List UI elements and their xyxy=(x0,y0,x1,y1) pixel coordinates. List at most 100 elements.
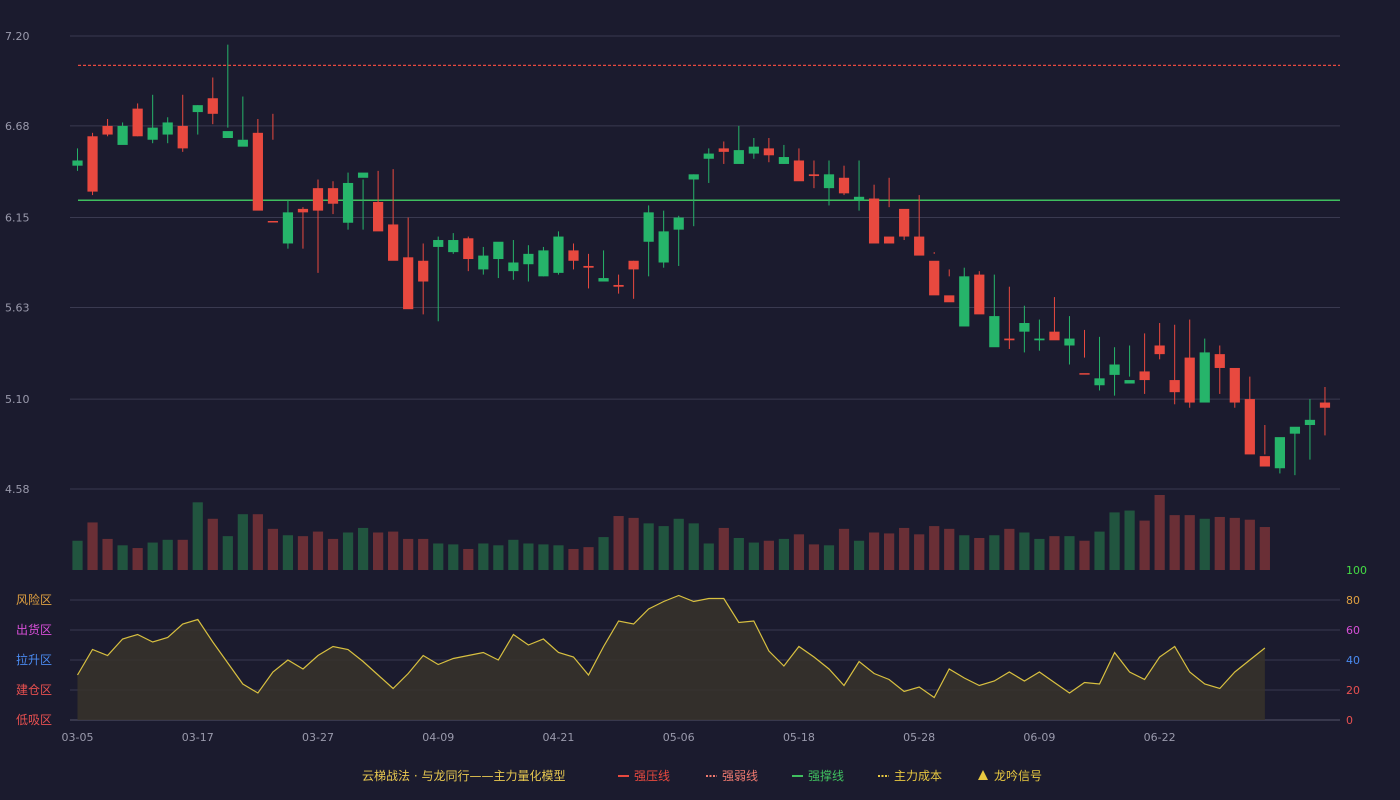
candle-body[interactable] xyxy=(808,174,820,177)
candle-body[interactable] xyxy=(763,148,774,156)
candle-body[interactable] xyxy=(282,212,294,244)
legend-item-label[interactable]: 强压线 xyxy=(634,769,670,783)
oscillator-tick-label: 40 xyxy=(1346,654,1360,667)
candle-body[interactable] xyxy=(598,278,609,282)
candle-body[interactable] xyxy=(853,196,865,201)
candle-body[interactable] xyxy=(493,241,504,260)
candle-body[interactable] xyxy=(237,139,248,147)
candle-body[interactable] xyxy=(1079,373,1090,375)
candle-body[interactable] xyxy=(703,153,714,159)
candle-body[interactable] xyxy=(523,253,534,265)
volume-bar xyxy=(868,532,880,570)
candle-body[interactable] xyxy=(147,127,158,140)
candle-body[interactable] xyxy=(688,174,699,180)
candle-body[interactable] xyxy=(117,125,128,145)
candle-body[interactable] xyxy=(433,240,444,247)
candle-body[interactable] xyxy=(838,177,850,194)
candle-body[interactable] xyxy=(884,236,895,244)
candle-body[interactable] xyxy=(658,231,669,263)
candle-body[interactable] xyxy=(1139,371,1150,381)
volume-bar xyxy=(733,537,744,570)
volume-bar xyxy=(357,527,369,570)
candle-body[interactable] xyxy=(568,250,579,261)
candle-body[interactable] xyxy=(1169,380,1180,393)
candle-body[interactable] xyxy=(1064,338,1075,346)
candle-body[interactable] xyxy=(1034,338,1045,341)
candle-body[interactable] xyxy=(613,284,624,287)
candle-body[interactable] xyxy=(297,208,309,213)
candle-body[interactable] xyxy=(192,105,203,113)
candle-body[interactable] xyxy=(1184,357,1195,403)
candle-body[interactable] xyxy=(1244,399,1255,455)
volume-bar xyxy=(643,523,654,570)
candle-body[interactable] xyxy=(733,150,744,164)
candle-body[interactable] xyxy=(1259,456,1270,467)
candle-body[interactable] xyxy=(778,157,790,164)
candle-body[interactable] xyxy=(102,125,113,135)
candle-body[interactable] xyxy=(478,255,489,270)
candle-body[interactable] xyxy=(673,217,684,230)
candle-body[interactable] xyxy=(974,274,985,315)
candle-body[interactable] xyxy=(1094,378,1105,386)
candle-body[interactable] xyxy=(959,276,970,327)
candle-body[interactable] xyxy=(72,160,83,166)
candle-body[interactable] xyxy=(538,250,549,277)
candle-body[interactable] xyxy=(177,125,188,149)
legend-item-label[interactable]: 龙吟信号 xyxy=(994,768,1042,783)
legend-item-label[interactable]: 强撑线 xyxy=(808,768,844,783)
candle-body[interactable] xyxy=(583,265,594,268)
legend-item-label[interactable]: 主力成本 xyxy=(894,769,942,783)
candle-body[interactable] xyxy=(162,122,173,135)
candle-body[interactable] xyxy=(222,131,233,139)
candle-body[interactable] xyxy=(448,240,459,253)
candle-body[interactable] xyxy=(1199,352,1210,403)
volume-bar xyxy=(553,545,564,570)
legend-item-label[interactable]: 强弱线 xyxy=(722,769,758,783)
candle-body[interactable] xyxy=(1304,419,1316,426)
candle-body[interactable] xyxy=(418,260,429,282)
candle-body[interactable] xyxy=(553,236,564,273)
volume-bar xyxy=(568,548,579,570)
candle-body[interactable] xyxy=(944,295,955,303)
candle-body[interactable] xyxy=(1124,380,1135,384)
candle-body[interactable] xyxy=(403,257,414,310)
candle-body[interactable] xyxy=(1154,345,1165,355)
candle-body[interactable] xyxy=(989,316,1000,348)
volume-bar xyxy=(598,537,609,570)
candle-body[interactable] xyxy=(628,260,639,270)
candle-body[interactable] xyxy=(748,146,759,154)
volume-bar xyxy=(207,518,218,570)
candle-body[interactable] xyxy=(1004,338,1015,341)
candle-body[interactable] xyxy=(508,262,519,272)
candle-body[interactable] xyxy=(1274,437,1285,469)
candle-body[interactable] xyxy=(718,148,729,152)
candle-body[interactable] xyxy=(1289,426,1301,434)
legend-triangle-icon xyxy=(978,770,988,780)
candle-body[interactable] xyxy=(914,236,925,256)
candle-body[interactable] xyxy=(823,174,835,189)
candle-body[interactable] xyxy=(643,212,654,242)
candle-body[interactable] xyxy=(327,188,339,204)
candle-body[interactable] xyxy=(252,132,263,211)
candle-body[interactable] xyxy=(463,238,474,260)
candle-body[interactable] xyxy=(357,172,369,178)
candle-body[interactable] xyxy=(207,98,218,114)
candle-body[interactable] xyxy=(929,260,940,296)
candle-body[interactable] xyxy=(1019,323,1030,332)
candle-body[interactable] xyxy=(1109,364,1120,375)
candle-body[interactable] xyxy=(899,208,910,237)
candle-body[interactable] xyxy=(372,201,384,232)
candle-body[interactable] xyxy=(342,182,354,223)
candle-body[interactable] xyxy=(87,136,98,192)
candle-body[interactable] xyxy=(132,108,143,137)
candle-body[interactable] xyxy=(793,160,805,182)
candle-body[interactable] xyxy=(1049,331,1060,341)
candle-body[interactable] xyxy=(267,221,279,223)
candle-body[interactable] xyxy=(312,188,324,211)
volume-bar xyxy=(342,532,354,570)
candle-body[interactable] xyxy=(868,198,880,244)
candle-body[interactable] xyxy=(1229,367,1240,403)
candle-body[interactable] xyxy=(1214,354,1225,368)
candle-body[interactable] xyxy=(388,224,399,261)
candle-body[interactable] xyxy=(1319,402,1331,408)
